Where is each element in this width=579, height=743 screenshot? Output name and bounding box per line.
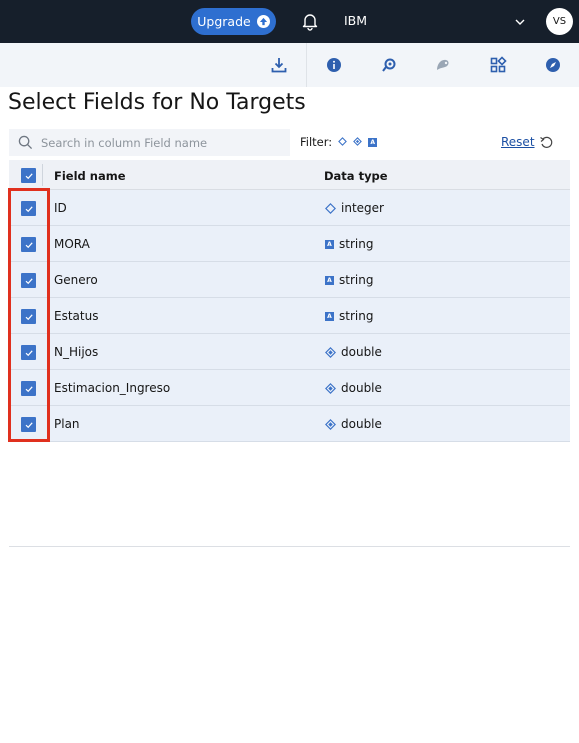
search-input[interactable] [41, 135, 271, 150]
data-type-label: double [341, 381, 382, 395]
info-icon[interactable] [324, 55, 344, 75]
column-header-data-type[interactable]: Data type [324, 169, 388, 183]
fields-table: Field name Data type ID integer MORA A s… [9, 160, 570, 442]
compass-icon[interactable] [543, 55, 563, 75]
double-icon [325, 346, 336, 358]
data-type: A string [325, 237, 373, 251]
filter-group: Filter: A [300, 135, 378, 149]
data-type: double [325, 417, 382, 431]
filter-integer-icon[interactable] [338, 135, 348, 149]
data-type: double [325, 345, 382, 359]
user-avatar[interactable]: VS [546, 8, 573, 35]
string-icon: A [325, 311, 334, 321]
toolbar-divider [306, 43, 307, 87]
table-row[interactable]: Estatus A string [9, 298, 570, 334]
double-icon [325, 418, 336, 430]
field-name: Plan [54, 417, 80, 431]
highlight-box [8, 188, 50, 442]
field-name: ID [54, 201, 67, 215]
upgrade-label: Upgrade [197, 14, 251, 29]
string-icon: A [325, 275, 334, 285]
download-icon[interactable] [269, 55, 289, 75]
data-type: A string [325, 309, 373, 323]
integer-icon [325, 202, 336, 214]
table-row[interactable]: Genero A string [9, 262, 570, 298]
palette-icon[interactable] [433, 55, 453, 75]
data-type: double [325, 381, 382, 395]
arrow-up-icon [256, 15, 270, 28]
column-header-field-name[interactable]: Field name [54, 169, 126, 183]
reset-button[interactable]: Reset [501, 135, 553, 149]
field-name: Estatus [54, 309, 99, 323]
data-type-label: string [339, 273, 374, 287]
table-header: Field name Data type [9, 160, 570, 190]
filter-string-icon[interactable]: A [368, 137, 378, 147]
select-all-checkbox[interactable] [21, 168, 36, 183]
table-row[interactable]: MORA A string [9, 226, 570, 262]
chevron-down-icon[interactable] [513, 14, 527, 28]
reset-icon [539, 136, 552, 148]
notification-bell-icon[interactable] [300, 11, 320, 31]
double-icon [325, 382, 336, 394]
data-type-label: double [341, 345, 382, 359]
page-title: Select Fields for No Targets [8, 90, 306, 115]
search-box[interactable] [9, 129, 290, 156]
table-row[interactable]: Estimacion_Ingreso double [9, 370, 570, 406]
apps-icon[interactable] [488, 55, 508, 75]
sync-icon[interactable] [379, 55, 399, 75]
filter-double-icon[interactable] [353, 135, 363, 149]
filter-label: Filter: [300, 135, 333, 149]
top-header: Upgrade IBM VS [0, 0, 579, 43]
data-type: A string [325, 273, 373, 287]
table-row[interactable]: N_Hijos double [9, 334, 570, 370]
upgrade-button[interactable]: Upgrade [191, 8, 276, 35]
table-row[interactable]: Plan double [9, 406, 570, 442]
data-type-label: double [341, 417, 382, 431]
field-name: N_Hijos [54, 345, 99, 359]
table-empty-space [9, 444, 570, 547]
table-row[interactable]: ID integer [9, 190, 570, 226]
header-divider [42, 164, 43, 186]
reset-label: Reset [501, 135, 535, 149]
search-icon [18, 135, 33, 150]
field-name: Genero [54, 273, 98, 287]
data-type-label: string [339, 309, 374, 323]
field-name: Estimacion_Ingreso [54, 381, 171, 395]
string-icon: A [325, 239, 334, 249]
org-name[interactable]: IBM [344, 13, 367, 28]
data-type: integer [325, 201, 384, 215]
toolbar [0, 43, 579, 87]
data-type-label: integer [341, 201, 384, 215]
data-type-label: string [339, 237, 374, 251]
field-name: MORA [54, 237, 90, 251]
